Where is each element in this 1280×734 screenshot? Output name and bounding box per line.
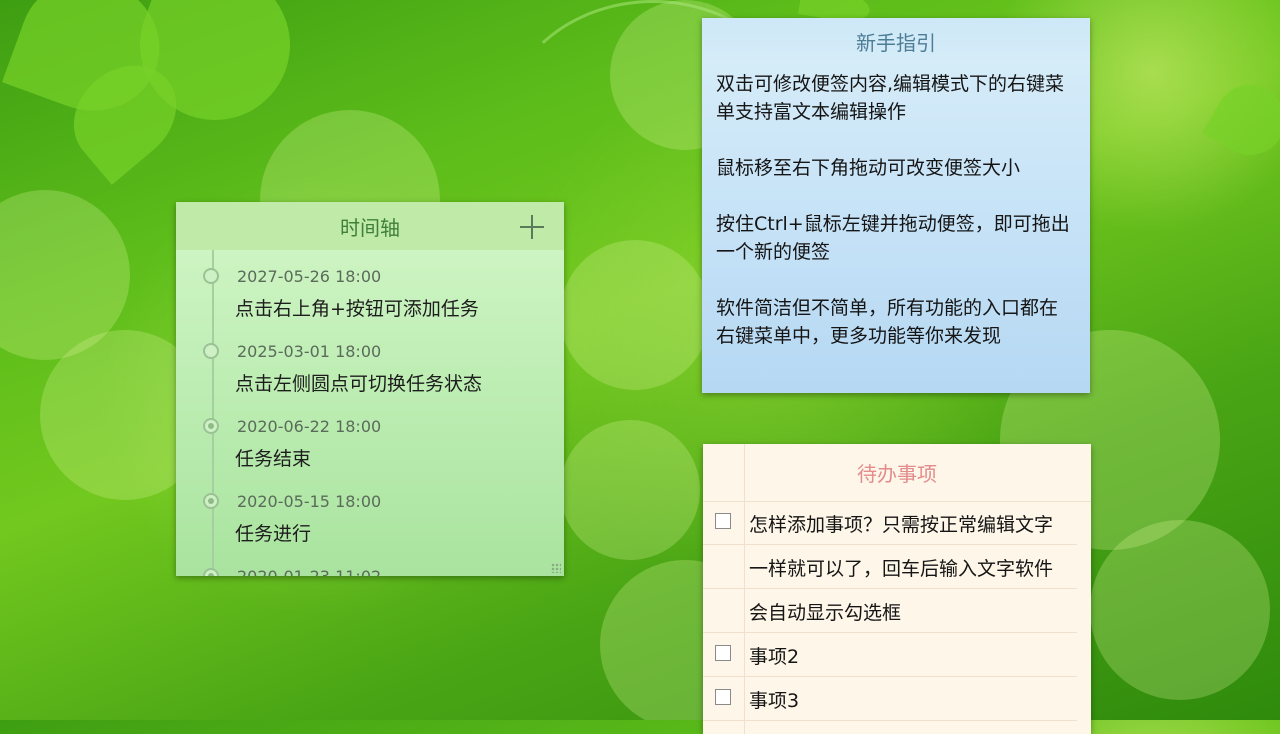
task-text: 任务进行	[235, 523, 312, 545]
task-status-dot[interactable]	[203, 418, 219, 434]
task-text: 点击左侧圆点可切换任务状态	[235, 373, 483, 395]
todo-item-continuation: 会自动显示勾选框	[703, 589, 1077, 633]
timeline-note-header[interactable]: 时间轴	[176, 202, 564, 250]
todo-note-header[interactable]: 待办事项	[703, 444, 1091, 502]
todo-checkbox[interactable]	[715, 513, 731, 529]
task-text: 任务结束	[235, 448, 312, 470]
guide-note-header[interactable]: 新手指引	[702, 18, 1090, 64]
guide-paragraph: 软件简洁但不简单，所有功能的入口都在右键菜单中，更多功能等你来发现	[716, 297, 1059, 347]
timeline-item: 2027-05-26 18:00 点击右上角+按钮可添加任务	[176, 258, 564, 333]
guide-note[interactable]: 新手指引 双击可修改便签内容,编辑模式下的右键菜单支持富文本编辑操作 鼠标移至右…	[702, 18, 1090, 393]
guide-paragraph: 按住Ctrl+鼠标左键并拖动便签，即可拖出一个新的便签	[716, 213, 1070, 263]
timeline-note[interactable]: 时间轴 2027-05-26 18:00 点击右上角+按钮可添加任务 2025-…	[176, 202, 564, 576]
todo-item-text[interactable]: 事项2	[749, 642, 799, 669]
task-status-dot[interactable]	[203, 268, 219, 284]
guide-note-title: 新手指引	[856, 30, 936, 55]
todo-checkbox[interactable]	[715, 689, 731, 705]
guide-note-body[interactable]: 双击可修改便签内容,编辑模式下的右键菜单支持富文本编辑操作 鼠标移至右下角拖动可…	[702, 64, 1090, 384]
task-date: 2027-05-26 18:00	[237, 267, 382, 286]
task-status-dot[interactable]	[203, 343, 219, 359]
todo-item-continuation: 一样就可以了，回车后输入文字软件	[703, 545, 1077, 589]
todo-item: 事项3	[703, 677, 1077, 721]
timeline-item: 2025-03-01 18:00 点击左侧圆点可切换任务状态	[176, 333, 564, 408]
guide-paragraph: 鼠标移至右下角拖动可改变便签大小	[716, 157, 1021, 179]
todo-item-text[interactable]: 怎样添加事项？只需按正常编辑文字	[749, 510, 1053, 537]
todo-checkbox[interactable]	[715, 645, 731, 661]
resize-grip-icon[interactable]	[551, 563, 561, 573]
todo-item-text[interactable]: 一样就可以了，回车后输入文字软件	[749, 554, 1053, 581]
task-status-dot[interactable]	[203, 568, 219, 576]
timeline-item: 2020-06-22 18:00 任务结束	[176, 408, 564, 483]
task-date: 2020-05-15 18:00	[237, 492, 382, 511]
timeline-note-title: 时间轴	[340, 215, 400, 240]
task-text: 点击右上角+按钮可添加任务	[235, 298, 479, 320]
timeline-item: 2020-01-23 11:02	[176, 558, 564, 576]
task-date: 2025-03-01 18:00	[237, 342, 382, 361]
plus-icon[interactable]	[520, 215, 544, 239]
task-status-dot[interactable]	[203, 493, 219, 509]
todo-item-text[interactable]: 事项3	[749, 686, 799, 713]
todo-note-title: 待办事项	[857, 462, 937, 486]
todo-note[interactable]: 待办事项 怎样添加事项？只需按正常编辑文字 一样就可以了，回车后输入文字软件 会…	[703, 444, 1091, 734]
guide-paragraph: 双击可修改便签内容,编辑模式下的右键菜单支持富文本编辑操作	[716, 73, 1065, 123]
task-date: 2020-06-22 18:00	[237, 417, 382, 436]
task-date: 2020-01-23 11:02	[237, 567, 381, 576]
timeline-item: 2020-05-15 18:00 任务进行	[176, 483, 564, 558]
todo-item-text[interactable]: 会自动显示勾选框	[749, 598, 901, 625]
todo-item: 事项2	[703, 633, 1077, 677]
todo-item: 怎样添加事项？只需按正常编辑文字	[703, 501, 1077, 545]
